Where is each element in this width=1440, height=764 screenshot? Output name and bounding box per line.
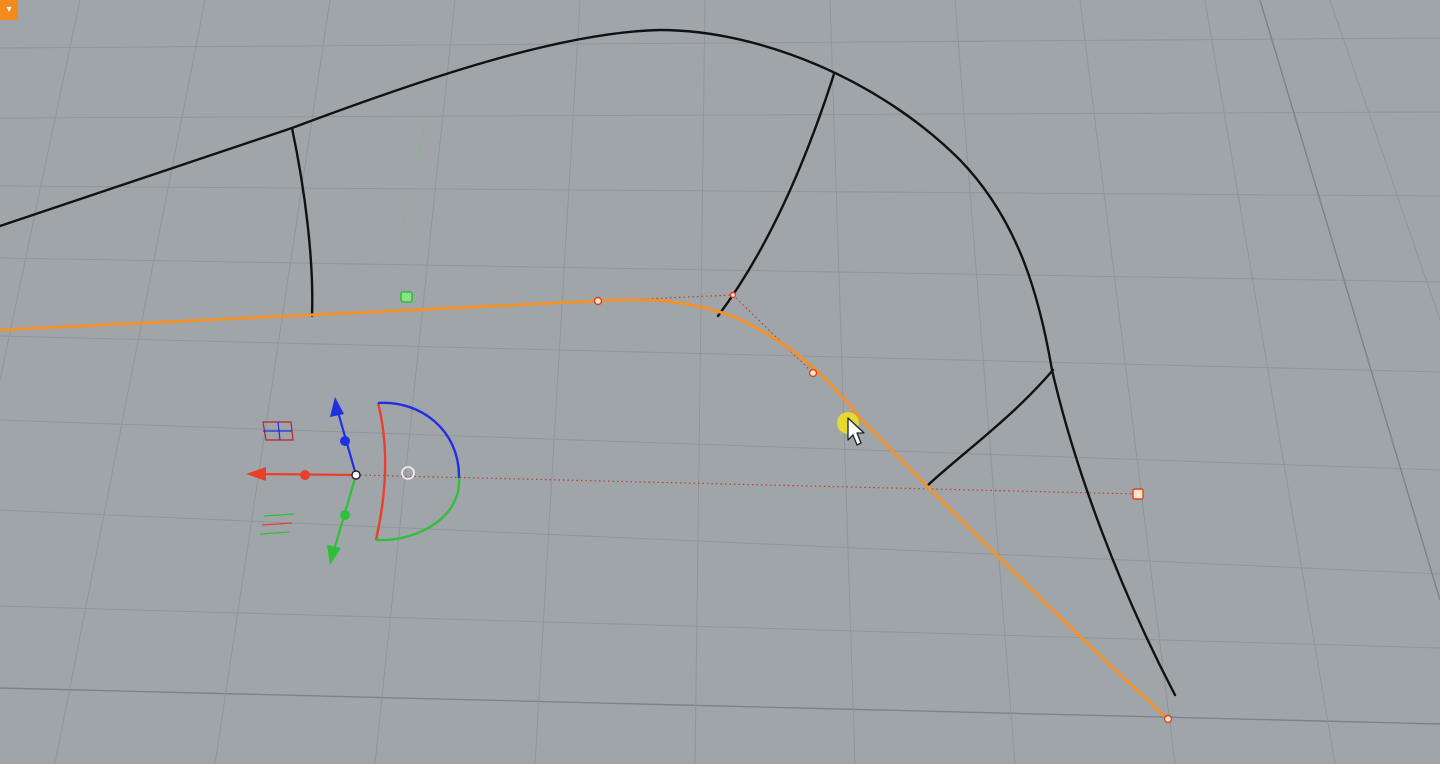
control-point bbox=[808, 368, 818, 378]
control-points[interactable] bbox=[593, 291, 1173, 724]
xy-plane-icon[interactable] bbox=[259, 513, 295, 535]
rhino-viewport[interactable]: ▾ bbox=[0, 0, 1440, 764]
control-polygon bbox=[355, 294, 1139, 495]
rotate-z-arc[interactable] bbox=[377, 401, 461, 479]
gumball-center-ring[interactable] bbox=[401, 466, 415, 480]
y-scale-handle[interactable] bbox=[340, 510, 350, 520]
gumball-widget[interactable] bbox=[246, 397, 461, 565]
z-scale-handle[interactable] bbox=[340, 436, 350, 446]
viewport-canvas[interactable] bbox=[0, 0, 1440, 764]
rotate-y-arc[interactable] bbox=[375, 477, 461, 542]
selected-rail-curve[interactable] bbox=[0, 298, 1170, 721]
end-control-point bbox=[1132, 488, 1144, 500]
black-curves[interactable] bbox=[0, 28, 1177, 697]
x-scale-handle[interactable] bbox=[300, 470, 310, 480]
gumball-origin[interactable] bbox=[351, 470, 361, 480]
y-axis-arrow-icon[interactable] bbox=[327, 545, 341, 565]
control-point bbox=[593, 296, 603, 306]
profile-curve-2 bbox=[716, 72, 836, 318]
rotate-x-arc[interactable] bbox=[374, 402, 387, 541]
upper-rail-curve bbox=[0, 28, 1177, 697]
profile-curve-1 bbox=[290, 126, 314, 318]
control-point bbox=[729, 291, 737, 299]
world-y-axis bbox=[399, 109, 429, 241]
xz-plane-icon[interactable] bbox=[262, 421, 294, 441]
z-axis-arrow-icon[interactable] bbox=[330, 397, 344, 417]
x-axis-arrow-icon[interactable] bbox=[246, 467, 266, 481]
construction-grid bbox=[0, 0, 1440, 764]
profile-curve-3 bbox=[925, 368, 1055, 488]
control-point bbox=[1163, 714, 1173, 724]
green-point-marker[interactable] bbox=[400, 291, 413, 303]
